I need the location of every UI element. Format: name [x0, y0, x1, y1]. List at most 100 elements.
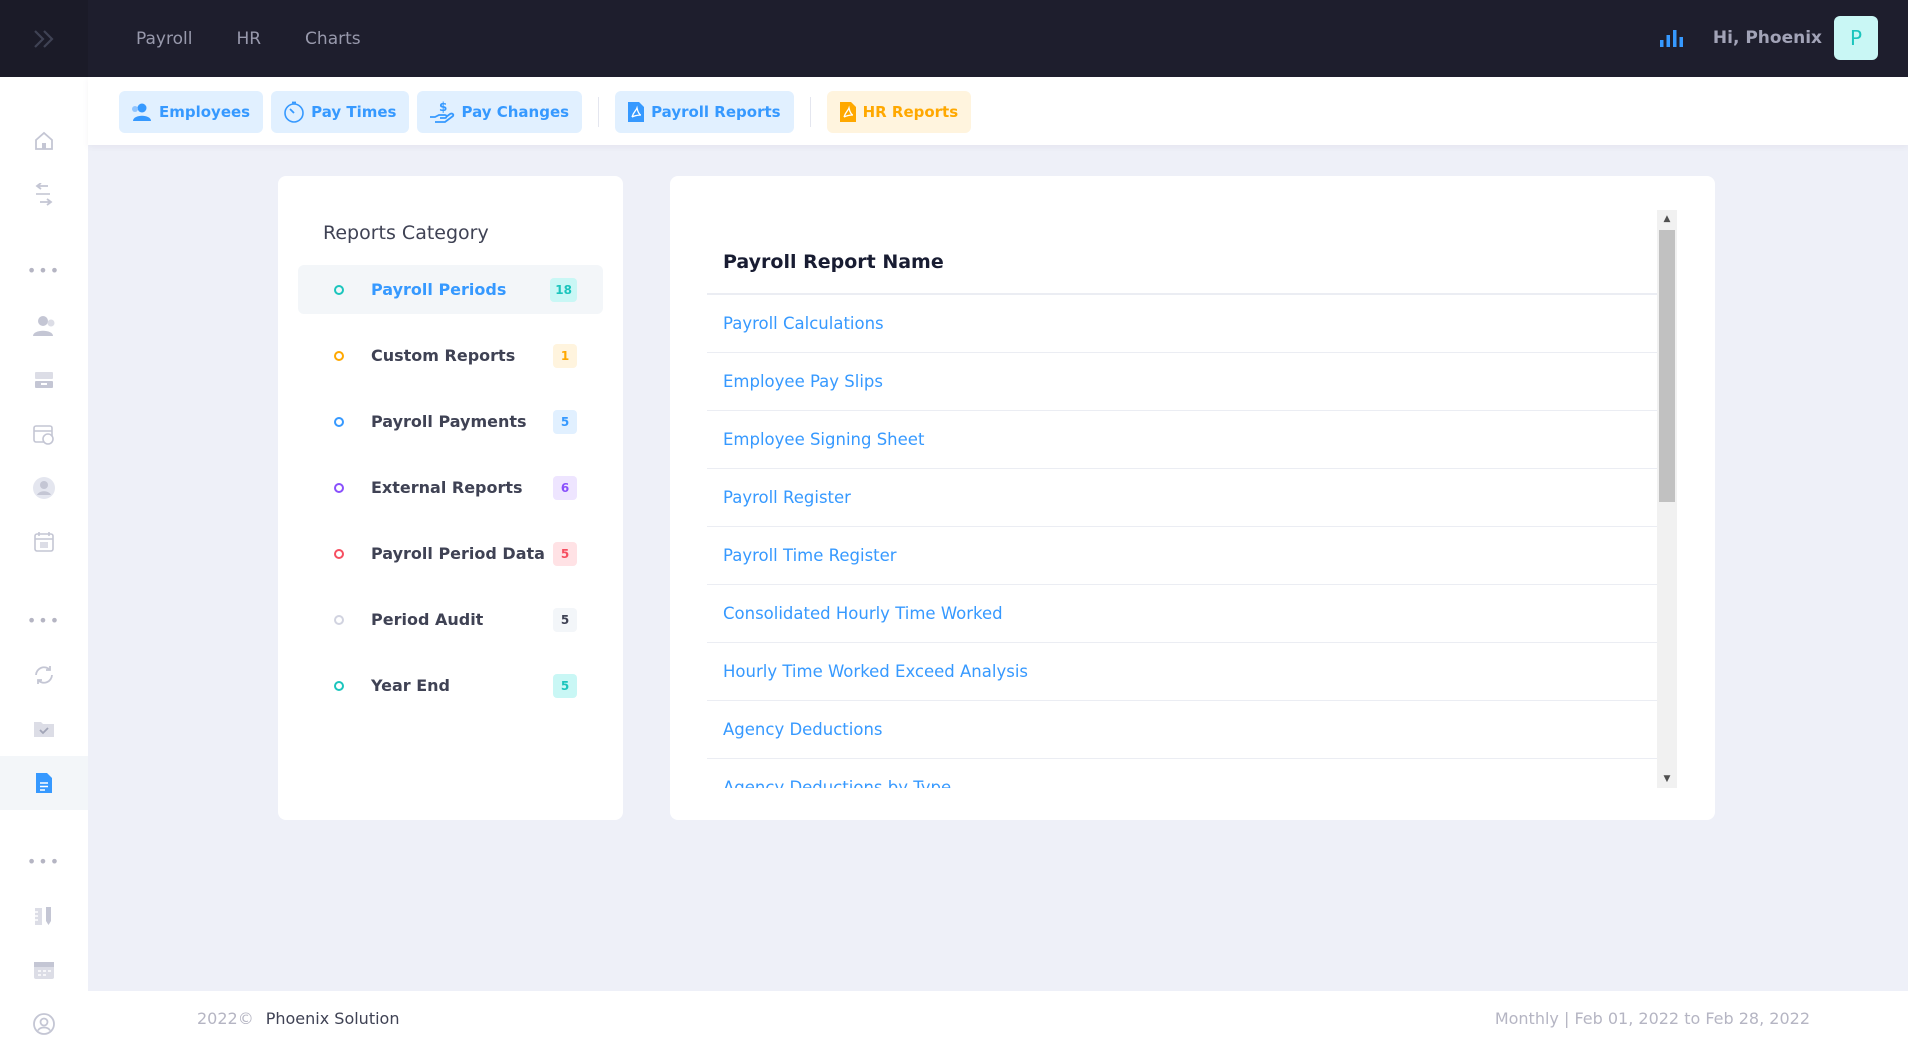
payroll-reports-label: Payroll Reports	[651, 103, 781, 121]
aside-section-dots: •••	[26, 611, 62, 630]
aside-profile[interactable]	[0, 461, 88, 515]
category-label: Custom Reports	[371, 346, 516, 365]
user-circle-outline-icon	[33, 1013, 55, 1035]
hand-dollar-icon: $	[430, 100, 455, 123]
scroll-down-arrow-icon[interactable]: ▼	[1657, 770, 1677, 788]
aside-home[interactable]	[0, 114, 88, 168]
category-payroll-period-data[interactable]: Payroll Period Data 5	[298, 529, 603, 578]
users-icon	[132, 103, 151, 121]
subheader-toolbar: Employees Pay Times $ Pay Changes Payrol…	[88, 77, 1908, 145]
aside-schedule[interactable]	[0, 943, 88, 997]
category-label: Payroll Payments	[371, 412, 527, 431]
aside-archive[interactable]	[0, 353, 88, 407]
nav-hr[interactable]: HR	[236, 29, 261, 49]
category-label: External Reports	[371, 478, 523, 497]
hr-reports-label: HR Reports	[862, 103, 959, 121]
pay-changes-label: Pay Changes	[461, 103, 570, 121]
category-payroll-payments[interactable]: Payroll Payments 5	[298, 397, 603, 446]
category-year-end[interactable]: Year End 5	[298, 661, 603, 710]
report-list[interactable]: Payroll Report Name Payroll Calculations…	[707, 210, 1657, 788]
category-bullet	[334, 284, 344, 295]
user-greeting[interactable]: Hi, Phoenix	[1713, 28, 1822, 48]
document-icon	[36, 773, 52, 793]
report-link[interactable]: Payroll Calculations	[707, 295, 1657, 353]
reports-category-card: Reports Category Payroll Periods 18 Cust…	[278, 176, 623, 820]
category-count-badge: 5	[553, 607, 577, 632]
aside-account[interactable]	[0, 997, 88, 1046]
nav-charts[interactable]: Charts	[305, 29, 361, 49]
ruler-pencil-icon	[35, 907, 51, 925]
footer-copyright: 2022© Phoenix Solution	[197, 991, 399, 1046]
report-link[interactable]: Payroll Time Register	[707, 527, 1657, 585]
aside-sync[interactable]	[0, 648, 88, 702]
scroll-up-arrow-icon[interactable]: ▲	[1657, 210, 1677, 228]
nav-payroll[interactable]: Payroll	[136, 29, 192, 49]
payroll-report-card: Payroll Report Name Payroll Calculations…	[670, 176, 1715, 820]
aside-calendar[interactable]	[0, 515, 88, 569]
top-header: Payroll HR Charts Hi, Phoenix P	[0, 0, 1908, 77]
category-payroll-periods[interactable]: Payroll Periods 18	[298, 265, 603, 314]
aside-users[interactable]	[0, 299, 88, 353]
category-label: Period Audit	[371, 610, 484, 629]
stopwatch-icon	[284, 101, 304, 123]
category-bullet	[334, 680, 344, 691]
report-link[interactable]: Agency Deductions	[707, 701, 1657, 759]
footer-period: Monthly | Feb 01, 2022 to Feb 28, 2022	[1494, 1009, 1810, 1028]
report-link[interactable]: Employee Pay Slips	[707, 353, 1657, 411]
pay-changes-button[interactable]: $ Pay Changes	[417, 91, 583, 133]
category-count-badge: 6	[553, 475, 577, 500]
pdf-file-icon	[628, 102, 645, 122]
report-link[interactable]: Employee Signing Sheet	[707, 411, 1657, 469]
category-label: Payroll Periods	[371, 280, 507, 299]
calendar-clock-icon	[33, 425, 54, 445]
hr-reports-button[interactable]: HR Reports	[826, 91, 972, 133]
pdf-file-icon	[839, 102, 856, 122]
category-bullet	[334, 482, 344, 493]
category-label: Payroll Period Data	[371, 544, 545, 563]
toolbar-divider	[598, 97, 600, 127]
aside-calendar-clock[interactable]	[0, 407, 88, 461]
toolbar-divider	[809, 97, 811, 127]
aside-reports[interactable]	[0, 756, 88, 810]
report-link[interactable]: Consolidated Hourly Time Worked	[707, 585, 1657, 643]
calendar-grid-icon	[34, 962, 54, 979]
category-bullet	[334, 416, 344, 427]
report-list-header: Payroll Report Name	[707, 210, 1657, 295]
pay-times-button[interactable]: Pay Times	[271, 91, 410, 133]
report-link[interactable]: Payroll Register	[707, 469, 1657, 527]
avatar[interactable]: P	[1834, 16, 1878, 60]
svg-text:$: $	[439, 100, 447, 114]
report-link[interactable]: Agency Deductions by Type	[707, 759, 1657, 788]
aside-folder-check[interactable]	[0, 702, 88, 756]
aside-menu: ••• ••• •••	[0, 77, 88, 1046]
employees-button[interactable]: Employees	[119, 91, 264, 133]
footer-company-link[interactable]: Phoenix Solution	[266, 1009, 400, 1028]
report-link[interactable]: Hourly Time Worked Exceed Analysis	[707, 643, 1657, 701]
pay-times-label: Pay Times	[311, 103, 397, 121]
report-toolbar: Employees Pay Times $ Pay Changes Payrol…	[119, 91, 979, 133]
category-bullet	[334, 350, 344, 361]
double-chevron-right-icon	[34, 29, 54, 48]
category-period-audit[interactable]: Period Audit 5	[298, 595, 603, 644]
aside-section-dots: •••	[26, 852, 62, 871]
category-custom-reports[interactable]: Custom Reports 1	[298, 331, 603, 380]
scroll-thumb[interactable]	[1659, 230, 1675, 502]
arrows-exchange-icon	[35, 183, 53, 206]
folder-check-icon	[34, 722, 54, 737]
category-count-badge: 1	[553, 343, 577, 368]
category-bullet	[334, 614, 344, 625]
aside-tools[interactable]	[0, 889, 88, 943]
bar-chart-icon[interactable]	[1659, 28, 1685, 48]
category-count-badge: 5	[553, 409, 577, 434]
footer-year: 2022©	[197, 1009, 254, 1028]
category-count-badge: 5	[553, 673, 577, 698]
payroll-reports-button[interactable]: Payroll Reports	[615, 91, 794, 133]
employees-label: Employees	[159, 103, 251, 121]
category-external-reports[interactable]: External Reports 6	[298, 463, 603, 512]
archive-icon	[35, 372, 53, 388]
aside-transfer[interactable]	[0, 168, 88, 222]
report-list-scrollbar[interactable]: ▲ ▼	[1657, 210, 1677, 788]
category-count-badge: 5	[553, 541, 577, 566]
aside-toggle[interactable]	[0, 0, 88, 77]
footer: 2022© Phoenix Solution Monthly | Feb 01,…	[88, 991, 1908, 1046]
